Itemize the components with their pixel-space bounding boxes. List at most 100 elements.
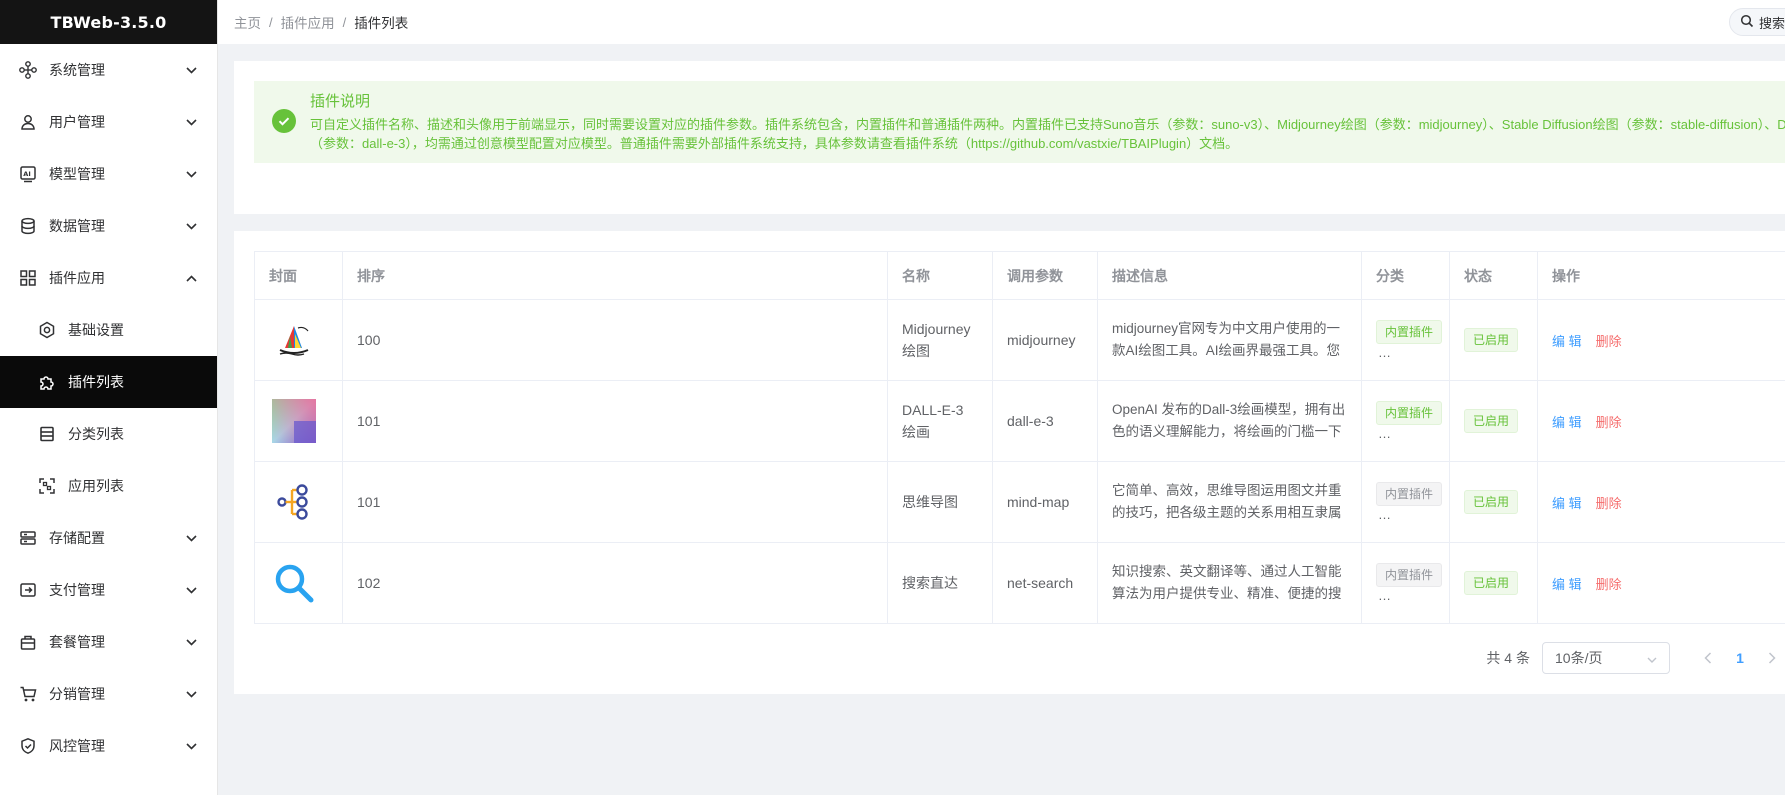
- category-tag: 内置插件: [1376, 320, 1443, 344]
- chevron-up-icon: [185, 272, 197, 284]
- column-header-desc: 描述信息: [1097, 251, 1362, 300]
- chevron-down-icon: [185, 740, 197, 752]
- category-cell: 内置插件…: [1361, 461, 1450, 543]
- sidebar-item-label: 应用列表: [68, 478, 124, 494]
- main-content: 主页 / 插件应用 / 插件列表 搜索 插件说明 可自定义插件名称、描述和头像用…: [218, 0, 1785, 795]
- search-logo: [269, 558, 319, 608]
- actions-cell: 编 辑删除: [1537, 461, 1785, 543]
- chevron-down-icon: [185, 532, 197, 544]
- breadcrumb-separator: /: [269, 14, 273, 30]
- sidebar-item-distribution[interactable]: 分销管理: [0, 668, 217, 720]
- actions-cell: 编 辑删除: [1537, 380, 1785, 462]
- sidebar-item-packages[interactable]: 套餐管理: [0, 616, 217, 668]
- chevron-down-icon: [185, 584, 197, 596]
- edit-button[interactable]: 编 辑: [1552, 496, 1582, 511]
- prev-page-button[interactable]: [1692, 642, 1724, 674]
- chevron-down-icon: [1647, 650, 1657, 666]
- delete-button[interactable]: 删除: [1596, 415, 1622, 430]
- table-row: 100 Midjourney 绘图 midjourney midjourney官…: [254, 299, 1785, 381]
- breadcrumb-current: 插件列表: [354, 16, 409, 31]
- cluster-icon: [18, 60, 38, 80]
- sidebar-item-risk-control[interactable]: 风控管理: [0, 720, 217, 772]
- status-badge: 已启用: [1464, 490, 1519, 514]
- plugin-notice-alert: 插件说明 可自定义插件名称、描述和头像用于前端显示，同时需要设置对应的插件参数。…: [254, 81, 1785, 163]
- sidebar-item-data[interactable]: 数据管理: [0, 200, 217, 252]
- mind-map-logo: [269, 477, 319, 527]
- sort-cell: 101: [342, 380, 888, 462]
- search-button[interactable]: 搜索: [1729, 8, 1785, 36]
- sidebar-item-payment[interactable]: 支付管理: [0, 564, 217, 616]
- desc-text: 知识搜索、英文翻译等、通过人工智能算法为用户提供专业、精准、便捷的搜索服务。: [1112, 564, 1342, 601]
- delete-button[interactable]: 删除: [1596, 496, 1622, 511]
- sort-cell: 102: [342, 542, 888, 624]
- sidebar-item-label: 分销管理: [49, 686, 105, 702]
- sidebar-item-plugins[interactable]: 插件应用: [0, 252, 217, 304]
- pagination-total: 共 4 条: [1486, 650, 1530, 666]
- column-header-param: 调用参数: [992, 251, 1098, 300]
- category-cell: 内置插件…: [1361, 380, 1450, 462]
- desc-cell: 知识搜索、英文翻译等、通过人工智能算法为用户提供专业、精准、便捷的搜索服务。: [1097, 542, 1362, 624]
- plugin-table: 封面 排序 名称 调用参数 描述信息 分类 状态 操作 100 Midjourn…: [254, 251, 1785, 624]
- next-page-button[interactable]: [1756, 642, 1785, 674]
- sidebar-item-label: 系统管理: [49, 62, 105, 78]
- chevron-down-icon: [185, 220, 197, 232]
- sidebar: TBWeb-3.5.0 系统管理 用户管理 AI 模型管理 数据管理 插件应用: [0, 0, 218, 795]
- sidebar-item-category-list[interactable]: 分类列表: [0, 408, 217, 460]
- sidebar-item-label: 风控管理: [49, 738, 105, 754]
- sidebar-item-models[interactable]: AI 模型管理: [0, 148, 217, 200]
- more-icon: …: [1378, 426, 1391, 441]
- package-icon: [18, 632, 38, 652]
- sidebar-item-basic-settings[interactable]: 基础设置: [0, 304, 217, 356]
- column-header-actions: 操作: [1537, 251, 1785, 300]
- edit-button[interactable]: 编 辑: [1552, 577, 1582, 592]
- name-cell: 思维导图: [887, 461, 993, 543]
- breadcrumb-plugins[interactable]: 插件应用: [281, 12, 335, 32]
- app-title: TBWeb-3.5.0: [0, 0, 217, 44]
- sidebar-item-label: 模型管理: [49, 166, 105, 182]
- page-size-value: 10条/页: [1555, 650, 1603, 666]
- page-number-current[interactable]: 1: [1724, 642, 1756, 674]
- settings-hex-icon: [37, 320, 57, 340]
- table-row: 101 思维导图 mind-map 它简单、高效，思维导图运用图文并重的技巧，把…: [254, 461, 1785, 543]
- desc-text: OpenAI 发布的Dall-3绘画模型，拥有出色的语义理解能力，将绘画的门槛一…: [1112, 402, 1346, 439]
- app-scan-icon: [37, 476, 57, 496]
- sidebar-item-label: 基础设置: [68, 322, 124, 338]
- column-header-sort: 排序: [342, 251, 888, 300]
- edit-button[interactable]: 编 辑: [1552, 334, 1582, 349]
- desc-cell: midjourney官网专为中文用户使用的一款AI绘图工具。AI绘画界最强工具。…: [1097, 299, 1362, 381]
- more-icon: …: [1378, 588, 1391, 603]
- actions-cell: 编 辑删除: [1537, 299, 1785, 381]
- svg-text:AI: AI: [23, 170, 30, 178]
- delete-button[interactable]: 删除: [1596, 334, 1622, 349]
- desc-text: midjourney官网专为中文用户使用的一款AI绘图工具。AI绘画界最强工具。…: [1112, 321, 1341, 358]
- sidebar-item-system[interactable]: 系统管理: [0, 44, 217, 96]
- sidebar-item-label: 插件应用: [49, 270, 105, 286]
- sidebar-item-label: 插件列表: [68, 374, 124, 390]
- page-size-select[interactable]: 10条/页: [1542, 642, 1670, 674]
- edit-button[interactable]: 编 辑: [1552, 415, 1582, 430]
- more-icon: …: [1378, 507, 1391, 522]
- database-icon: [18, 216, 38, 236]
- delete-button[interactable]: 删除: [1596, 577, 1622, 592]
- sidebar-item-app-list[interactable]: 应用列表: [0, 460, 217, 512]
- column-header-cover: 封面: [254, 251, 343, 300]
- status-badge: 已启用: [1464, 409, 1519, 433]
- search-label: 搜索: [1759, 15, 1785, 31]
- status-cell: 已启用: [1449, 461, 1538, 543]
- category-cell: 内置插件…: [1361, 542, 1450, 624]
- sidebar-item-plugin-list[interactable]: 插件列表: [0, 356, 217, 408]
- desc-cell: OpenAI 发布的Dall-3绘画模型，拥有出色的语义理解能力，将绘画的门槛一…: [1097, 380, 1362, 462]
- sidebar-item-storage[interactable]: 存储配置: [0, 512, 217, 564]
- user-icon: [18, 112, 38, 132]
- apps-grid-icon: [18, 268, 38, 288]
- sidebar-item-label: 用户管理: [49, 114, 105, 130]
- sidebar-item-label: 数据管理: [49, 218, 105, 234]
- sidebar-item-users[interactable]: 用户管理: [0, 96, 217, 148]
- success-check-icon: [272, 109, 296, 133]
- param-cell: net-search: [992, 542, 1098, 624]
- chevron-down-icon: [185, 688, 197, 700]
- storage-icon: [18, 528, 38, 548]
- cover-cell: [254, 380, 343, 462]
- name-cell: DALL-E-3 绘画: [887, 380, 993, 462]
- breadcrumb-home[interactable]: 主页: [234, 12, 261, 32]
